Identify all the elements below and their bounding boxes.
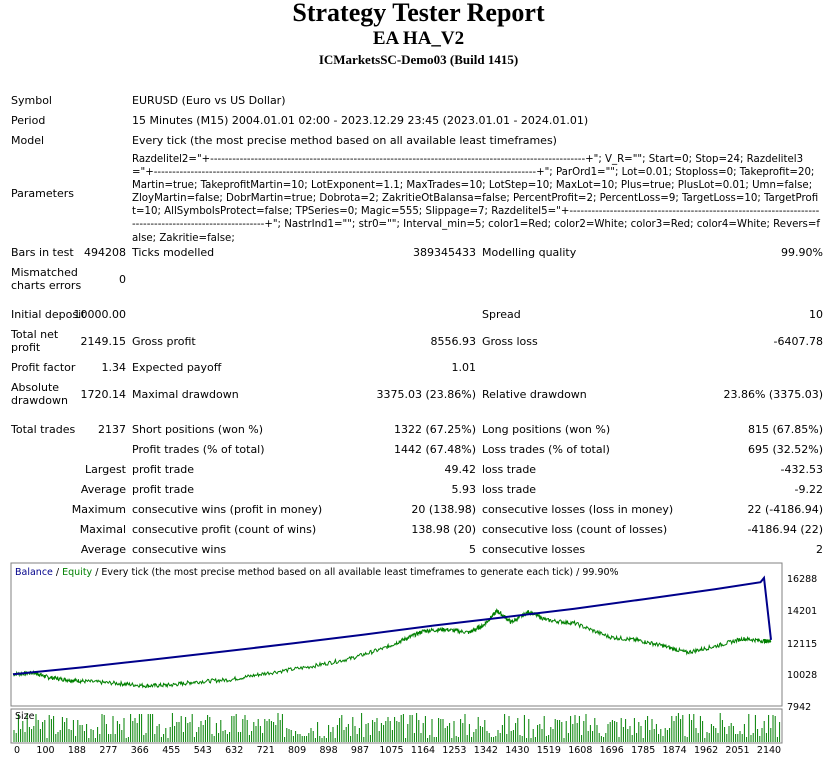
x-tick-label: 100 <box>36 745 54 756</box>
x-tick-label: 1874 <box>663 745 687 756</box>
x-tick-label: 2051 <box>725 745 749 756</box>
y-tick-label: 14201 <box>787 606 817 617</box>
legend-rest: / Every tick (the most precise method ba… <box>92 567 618 578</box>
y-tick-label: 7942 <box>787 702 811 713</box>
x-tick-label: 809 <box>288 745 306 756</box>
y-axis-ticks: 16288 14201 12115 10028 7942 <box>787 574 817 713</box>
x-axis-ticks: 0 100 188 277 366 455 543 632 721 809 898 987 1075 11… <box>14 745 781 756</box>
x-tick-label: 1785 <box>631 745 655 756</box>
x-tick-label: 1253 <box>442 745 466 756</box>
x-tick-label: 455 <box>162 745 180 756</box>
x-tick-label: 1962 <box>694 745 718 756</box>
y-tick-label: 16288 <box>787 574 817 585</box>
legend-equity: Equity <box>62 567 92 578</box>
x-tick-label: 1075 <box>379 745 403 756</box>
y-tick-label: 10028 <box>787 670 817 681</box>
y-tick-label: 12115 <box>787 639 817 650</box>
x-tick-label: 1342 <box>474 745 498 756</box>
x-tick-label: 1430 <box>505 745 529 756</box>
x-tick-label: 277 <box>99 745 117 756</box>
x-tick-label: 543 <box>194 745 212 756</box>
x-tick-label: 0 <box>14 745 20 756</box>
x-tick-label: 2140 <box>757 745 781 756</box>
x-tick-label: 1696 <box>600 745 624 756</box>
balance-chart: Balance / Equity / Every tick (the most … <box>10 562 817 756</box>
x-tick-label: 721 <box>257 745 275 756</box>
x-tick-label: 898 <box>320 745 338 756</box>
x-tick-label: 188 <box>68 745 86 756</box>
legend-balance: Balance <box>15 567 53 578</box>
x-tick-label: 1608 <box>568 745 592 756</box>
x-tick-label: 1164 <box>411 745 435 756</box>
chart-legend: Balance / Equity / Every tick (the most … <box>15 567 619 578</box>
x-tick-label: 1519 <box>537 745 561 756</box>
size-label: Size <box>15 711 35 722</box>
x-tick-label: 366 <box>131 745 149 756</box>
x-tick-label: 632 <box>225 745 243 756</box>
x-tick-label: 987 <box>351 745 369 756</box>
legend-sep: / <box>53 567 62 578</box>
